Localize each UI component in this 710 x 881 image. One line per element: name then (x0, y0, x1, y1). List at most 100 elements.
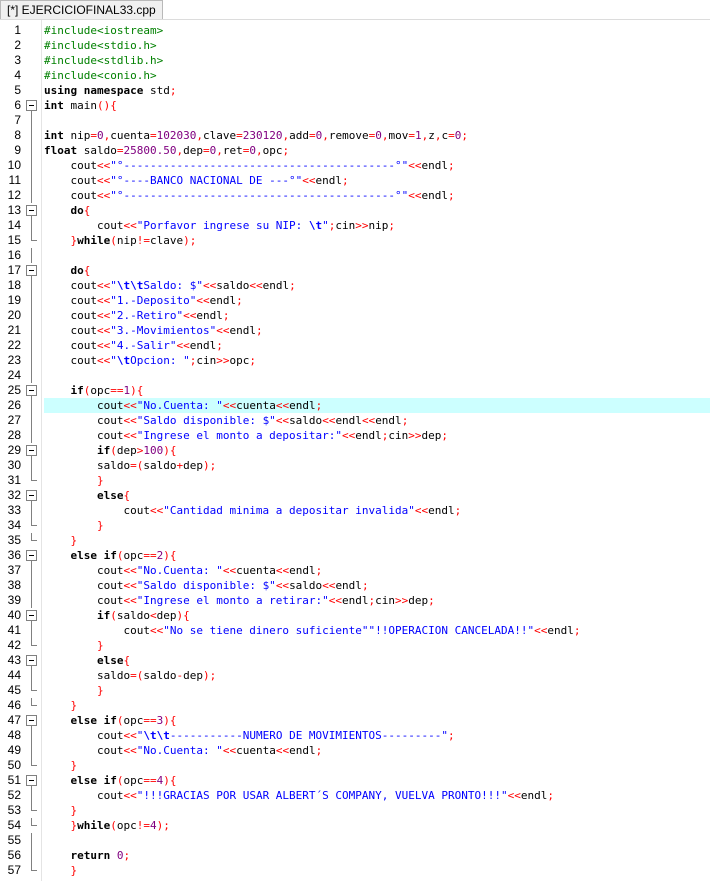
code-text[interactable]: cout<<"\t\tSaldo: $"<<saldo<<endl; (44, 278, 710, 293)
code-text[interactable]: #include<iostream> (44, 23, 710, 38)
code-text[interactable]: cout<<"Porfavor ingrese su NIP: \t"; cin>… (44, 218, 710, 233)
code-text[interactable]: cout<<"!!!GRACIAS POR USAR ALBERT´S COMP… (44, 788, 710, 803)
code-line[interactable]: 8 int nip=0,cuenta=102030,clave=230120,ad… (0, 128, 710, 143)
code-line[interactable]: 35 } (0, 533, 710, 548)
code-text[interactable]: cout<<"No.Cuenta: "<<cuenta<<endl; (44, 563, 710, 578)
code-text[interactable]: #include<conio.h> (44, 68, 710, 83)
code-text[interactable]: saldo=(saldo+dep); (44, 458, 710, 473)
code-line[interactable]: 2 #include<stdio.h> (0, 38, 710, 53)
code-text[interactable] (44, 113, 710, 128)
code-text[interactable]: cout<<"°----BANCO NACIONAL DE ---°"<<end… (44, 173, 710, 188)
fold-collapse-icon[interactable] (25, 608, 38, 623)
code-text[interactable]: }while(nip!=clave); (44, 233, 710, 248)
code-line[interactable]: 37 cout<<"No.Cuenta: "<<cuenta<<endl; (0, 563, 710, 578)
code-line[interactable]: 15 }while(nip!=clave); (0, 233, 710, 248)
code-line[interactable]: 30 saldo=(saldo+dep); (0, 458, 710, 473)
code-line[interactable]: 3 #include<stdlib.h> (0, 53, 710, 68)
code-text[interactable]: cout<<"°--------------------------------… (44, 188, 710, 203)
code-text[interactable]: cout<<"3.-Movimientos"<<endl; (44, 323, 710, 338)
code-line[interactable]: 49 cout<<"No.Cuenta: "<<cuenta<<endl; (0, 743, 710, 758)
code-editor[interactable]: 1 #include<iostream> 2 #include<stdio.h> 3 #i… (0, 20, 710, 881)
code-text[interactable]: } (44, 473, 710, 488)
code-text[interactable]: } (44, 518, 710, 533)
code-text[interactable]: cout<<"4.-Salir"<<endl; (44, 338, 710, 353)
code-line[interactable]: 29 if(dep>100){ (0, 443, 710, 458)
code-text[interactable]: if(dep>100){ (44, 443, 710, 458)
code-line[interactable]: 41 cout<<"No se tiene dinero suficiente"… (0, 623, 710, 638)
code-line[interactable]: 19 cout<<"1.-Deposito"<<endl; (0, 293, 710, 308)
code-line[interactable]: 20 cout<<"2.-Retiro"<<endl; (0, 308, 710, 323)
code-line[interactable]: 43 else{ (0, 653, 710, 668)
code-text[interactable]: } (44, 638, 710, 653)
code-line[interactable]: 24 (0, 368, 710, 383)
code-text[interactable]: cout<<"No.Cuenta: "<<cuenta<<endl; (44, 398, 710, 413)
code-text[interactable] (44, 833, 710, 848)
code-text[interactable]: return 0; (44, 848, 710, 863)
fold-collapse-icon[interactable] (25, 653, 38, 668)
code-line[interactable]: 50 } (0, 758, 710, 773)
code-text[interactable]: int nip=0,cuenta=102030,clave=230120,add… (44, 128, 710, 143)
fold-collapse-icon[interactable] (25, 203, 38, 218)
code-text[interactable]: else if(opc==4){ (44, 773, 710, 788)
code-line[interactable]: 14 cout<<"Porfavor ingrese su NIP: \t";c… (0, 218, 710, 233)
code-line[interactable]: 11 cout<<"°----BANCO NACIONAL DE ---°"<<… (0, 173, 710, 188)
fold-collapse-icon[interactable] (25, 263, 38, 278)
code-line[interactable]: 26 cout<<"No.Cuenta: "<<cuenta<<endl; (0, 398, 710, 413)
code-line[interactable]: 13 do{ (0, 203, 710, 218)
code-text[interactable]: } (44, 533, 710, 548)
code-line[interactable]: 40 if(saldo<dep){ (0, 608, 710, 623)
code-text[interactable]: } (44, 803, 710, 818)
code-line[interactable]: 21 cout<<"3.-Movimientos"<<endl; (0, 323, 710, 338)
code-line[interactable]: 38 cout<<"Saldo disponible: $"<<saldo<<e… (0, 578, 710, 593)
file-tab[interactable]: [*] EJERCICIOFINAL33.cpp (0, 0, 163, 19)
code-text[interactable]: cout<<"No.Cuenta: "<<cuenta<<endl; (44, 743, 710, 758)
code-line[interactable]: 44 saldo=(saldo-dep); (0, 668, 710, 683)
code-line[interactable]: 47 else if(opc==3){ (0, 713, 710, 728)
fold-collapse-icon[interactable] (25, 98, 38, 113)
code-text[interactable]: cout<<"No se tiene dinero suficiente""!!… (44, 623, 710, 638)
code-text[interactable]: cout<<"Saldo disponible: $"<<saldo<<endl… (44, 578, 710, 593)
code-text[interactable]: cout<<"Ingrese el monto a depositar:"<<e… (44, 428, 710, 443)
fold-collapse-icon[interactable] (25, 713, 38, 728)
code-text[interactable]: } (44, 698, 710, 713)
code-line[interactable]: 27 cout<<"Saldo disponible: $"<<saldo<<e… (0, 413, 710, 428)
code-text[interactable]: float saldo=25800.50,dep=0,ret=0,opc; (44, 143, 710, 158)
code-text[interactable]: cout<<"Cantidad minima a depositar inval… (44, 503, 710, 518)
code-line[interactable]: 22 cout<<"4.-Salir"<<endl; (0, 338, 710, 353)
code-text[interactable]: cout<<"°--------------------------------… (44, 158, 710, 173)
code-text[interactable]: } (44, 863, 710, 878)
code-text[interactable] (44, 368, 710, 383)
code-text[interactable]: saldo=(saldo-dep); (44, 668, 710, 683)
fold-collapse-icon[interactable] (25, 773, 38, 788)
code-text[interactable]: else{ (44, 653, 710, 668)
code-text[interactable]: if(opc==1){ (44, 383, 710, 398)
code-line[interactable]: 4 #include<conio.h> (0, 68, 710, 83)
code-line[interactable]: 7 (0, 113, 710, 128)
code-line[interactable]: 42 } (0, 638, 710, 653)
code-line[interactable]: 18 cout<<"\t\tSaldo: $"<<saldo<<endl; (0, 278, 710, 293)
code-line[interactable]: 45 } (0, 683, 710, 698)
code-line[interactable]: 28 cout<<"Ingrese el monto a depositar:"… (0, 428, 710, 443)
code-text[interactable]: int main(){ (44, 98, 710, 113)
code-line[interactable]: 34 } (0, 518, 710, 533)
fold-collapse-icon[interactable] (25, 443, 38, 458)
code-line[interactable]: 52 cout<<"!!!GRACIAS POR USAR ALBERT´S C… (0, 788, 710, 803)
code-text[interactable]: #include<stdlib.h> (44, 53, 710, 68)
code-line[interactable]: 5 using namespace std; (0, 83, 710, 98)
fold-collapse-icon[interactable] (25, 383, 38, 398)
code-text[interactable]: else{ (44, 488, 710, 503)
code-line[interactable]: 25 if(opc==1){ (0, 383, 710, 398)
code-line[interactable]: 9 float saldo=25800.50,dep=0,ret=0,opc; (0, 143, 710, 158)
fold-collapse-icon[interactable] (25, 488, 38, 503)
code-text[interactable]: }while(opc!=4); (44, 818, 710, 833)
code-line[interactable]: 12 cout<<"°-----------------------------… (0, 188, 710, 203)
code-text[interactable]: } (44, 683, 710, 698)
code-line[interactable]: 56 return 0; (0, 848, 710, 863)
fold-collapse-icon[interactable] (25, 548, 38, 563)
code-line[interactable]: 51 else if(opc==4){ (0, 773, 710, 788)
code-line[interactable]: 54 }while(opc!=4); (0, 818, 710, 833)
code-line[interactable]: 23 cout<<"\tOpcion: ";cin>>opc; (0, 353, 710, 368)
code-text[interactable]: cout<<"Ingrese el monto a retirar:"<<end… (44, 593, 710, 608)
code-line[interactable]: 16 (0, 248, 710, 263)
code-line[interactable]: 46 } (0, 698, 710, 713)
